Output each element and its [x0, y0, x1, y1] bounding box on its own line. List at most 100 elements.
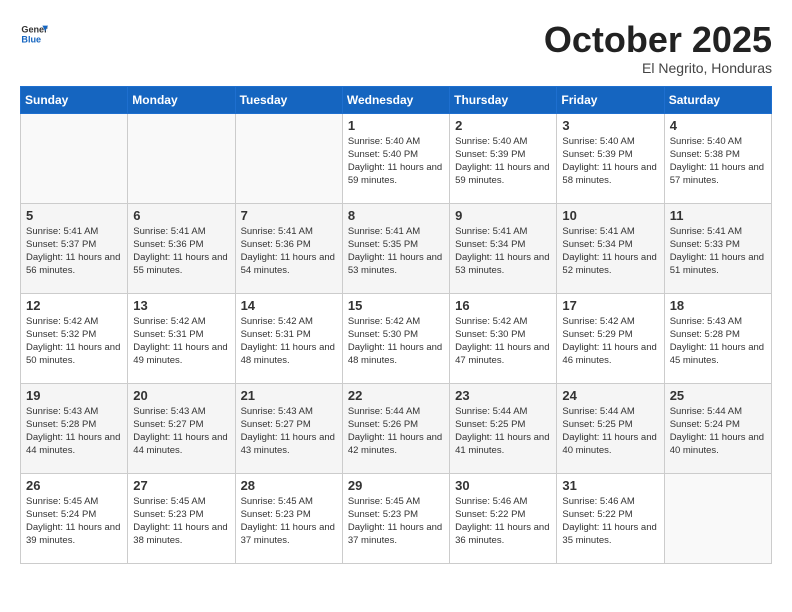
calendar-cell: 16Sunrise: 5:42 AM Sunset: 5:30 PM Dayli… [450, 293, 557, 383]
calendar-cell: 25 Sunrise: 5:44 AM Sunset: 5:24 PM Dayli… [664, 383, 771, 473]
day-number: 23 [455, 388, 551, 403]
col-header-tuesday: Tuesday [235, 86, 342, 113]
calendar-cell: 29 Sunrise: 5:45 AM Sunset: 5:23 PM Dayli… [342, 473, 449, 563]
calendar-cell: 19 Sunrise: 5:43 AM Sunset: 5:28 PM Dayli… [21, 383, 128, 473]
cell-info: Sunrise: 5:42 AM Sunset: 5:30 PM Dayligh… [348, 315, 444, 368]
day-number: 31 [562, 478, 658, 493]
calendar-week-5: 26 Sunrise: 5:45 AM Sunset: 5:24 PM Dayli… [21, 473, 772, 563]
col-header-sunday: Sunday [21, 86, 128, 113]
day-number: 30 [455, 478, 551, 493]
cell-info: Sunrise: 5:42 AM Sunset: 5:30 PM Dayligh… [455, 315, 551, 368]
calendar-cell: 20 Sunrise: 5:43 AM Sunset: 5:27 PM Dayli… [128, 383, 235, 473]
cell-info: Sunrise: 5:41 AM Sunset: 5:34 PM Dayligh… [562, 225, 658, 278]
cell-info: Sunrise: 5:44 AM Sunset: 5:26 PM Dayligh… [348, 405, 444, 458]
day-number: 1 [348, 118, 444, 133]
cell-info: Sunrise: 5:44 AM Sunset: 5:25 PM Dayligh… [455, 405, 551, 458]
cell-info: Sunrise: 5:43 AM Sunset: 5:28 PM Dayligh… [670, 315, 766, 368]
cell-info: Sunrise: 5:42 AM Sunset: 5:31 PM Dayligh… [133, 315, 229, 368]
col-header-thursday: Thursday [450, 86, 557, 113]
calendar-cell: 28 Sunrise: 5:45 AM Sunset: 5:23 PM Dayli… [235, 473, 342, 563]
calendar-week-4: 19 Sunrise: 5:43 AM Sunset: 5:28 PM Dayli… [21, 383, 772, 473]
cell-info: Sunrise: 5:44 AM Sunset: 5:24 PM Dayligh… [670, 405, 766, 458]
day-number: 26 [26, 478, 122, 493]
cell-info: Sunrise: 5:45 AM Sunset: 5:23 PM Dayligh… [348, 495, 444, 548]
col-header-wednesday: Wednesday [342, 86, 449, 113]
calendar-week-1: 1 Sunrise: 5:40 AM Sunset: 5:40 PM Daylig… [21, 113, 772, 203]
cell-info: Sunrise: 5:40 AM Sunset: 5:40 PM Dayligh… [348, 135, 444, 188]
calendar-cell [21, 113, 128, 203]
calendar-table: SundayMondayTuesdayWednesdayThursdayFrid… [20, 86, 772, 564]
cell-info: Sunrise: 5:46 AM Sunset: 5:22 PM Dayligh… [455, 495, 551, 548]
day-number: 28 [241, 478, 337, 493]
day-number: 18 [670, 298, 766, 313]
cell-info: Sunrise: 5:41 AM Sunset: 5:37 PM Dayligh… [26, 225, 122, 278]
cell-info: Sunrise: 5:41 AM Sunset: 5:36 PM Dayligh… [241, 225, 337, 278]
logo: General Blue [20, 20, 48, 48]
title-block: October 2025 El Negrito, Honduras [544, 20, 772, 76]
calendar-header-row: SundayMondayTuesdayWednesdayThursdayFrid… [21, 86, 772, 113]
day-number: 29 [348, 478, 444, 493]
calendar-cell: 4 Sunrise: 5:40 AM Sunset: 5:38 PM Daylig… [664, 113, 771, 203]
subtitle: El Negrito, Honduras [544, 60, 772, 76]
cell-info: Sunrise: 5:45 AM Sunset: 5:23 PM Dayligh… [241, 495, 337, 548]
col-header-saturday: Saturday [664, 86, 771, 113]
day-number: 6 [133, 208, 229, 223]
calendar-cell: 13 Sunrise: 5:42 AM Sunset: 5:31 PM Dayli… [128, 293, 235, 383]
col-header-friday: Friday [557, 86, 664, 113]
cell-info: Sunrise: 5:40 AM Sunset: 5:39 PM Dayligh… [455, 135, 551, 188]
cell-info: Sunrise: 5:46 AM Sunset: 5:22 PM Dayligh… [562, 495, 658, 548]
col-header-monday: Monday [128, 86, 235, 113]
calendar-cell: 30 Sunrise: 5:46 AM Sunset: 5:22 PM Dayli… [450, 473, 557, 563]
calendar-cell: 6 Sunrise: 5:41 AM Sunset: 5:36 PM Daylig… [128, 203, 235, 293]
calendar-cell: 31 Sunrise: 5:46 AM Sunset: 5:22 PM Dayli… [557, 473, 664, 563]
calendar-cell: 22 Sunrise: 5:44 AM Sunset: 5:26 PM Dayli… [342, 383, 449, 473]
day-number: 24 [562, 388, 658, 403]
calendar-cell: 21 Sunrise: 5:43 AM Sunset: 5:27 PM Dayli… [235, 383, 342, 473]
day-number: 12 [26, 298, 122, 313]
calendar-cell [128, 113, 235, 203]
calendar-cell: 23 Sunrise: 5:44 AM Sunset: 5:25 PM Dayli… [450, 383, 557, 473]
day-number: 4 [670, 118, 766, 133]
cell-info: Sunrise: 5:42 AM Sunset: 5:31 PM Dayligh… [241, 315, 337, 368]
cell-info: Sunrise: 5:43 AM Sunset: 5:27 PM Dayligh… [241, 405, 337, 458]
page-header: General Blue October 2025 El Negrito, Ho… [20, 20, 772, 76]
calendar-cell: 17 Sunrise: 5:42 AM Sunset: 5:29 PM Dayli… [557, 293, 664, 383]
day-number: 8 [348, 208, 444, 223]
day-number: 10 [562, 208, 658, 223]
cell-info: Sunrise: 5:42 AM Sunset: 5:29 PM Dayligh… [562, 315, 658, 368]
calendar-cell: 5 Sunrise: 5:41 AM Sunset: 5:37 PM Daylig… [21, 203, 128, 293]
day-number: 19 [26, 388, 122, 403]
calendar-cell: 1 Sunrise: 5:40 AM Sunset: 5:40 PM Daylig… [342, 113, 449, 203]
svg-text:Blue: Blue [21, 34, 41, 44]
calendar-cell: 12Sunrise: 5:42 AM Sunset: 5:32 PM Dayli… [21, 293, 128, 383]
calendar-week-3: 12Sunrise: 5:42 AM Sunset: 5:32 PM Dayli… [21, 293, 772, 383]
day-number: 7 [241, 208, 337, 223]
calendar-cell: 14Sunrise: 5:42 AM Sunset: 5:31 PM Dayli… [235, 293, 342, 383]
calendar-cell: 7 Sunrise: 5:41 AM Sunset: 5:36 PM Daylig… [235, 203, 342, 293]
cell-info: Sunrise: 5:43 AM Sunset: 5:28 PM Dayligh… [26, 405, 122, 458]
cell-info: Sunrise: 5:41 AM Sunset: 5:34 PM Dayligh… [455, 225, 551, 278]
day-number: 9 [455, 208, 551, 223]
day-number: 20 [133, 388, 229, 403]
day-number: 25 [670, 388, 766, 403]
calendar-week-2: 5 Sunrise: 5:41 AM Sunset: 5:37 PM Daylig… [21, 203, 772, 293]
day-number: 22 [348, 388, 444, 403]
logo-icon: General Blue [20, 20, 48, 48]
day-number: 5 [26, 208, 122, 223]
cell-info: Sunrise: 5:45 AM Sunset: 5:23 PM Dayligh… [133, 495, 229, 548]
calendar-cell: 9 Sunrise: 5:41 AM Sunset: 5:34 PM Daylig… [450, 203, 557, 293]
calendar-cell: 26 Sunrise: 5:45 AM Sunset: 5:24 PM Dayli… [21, 473, 128, 563]
day-number: 21 [241, 388, 337, 403]
cell-info: Sunrise: 5:40 AM Sunset: 5:38 PM Dayligh… [670, 135, 766, 188]
cell-info: Sunrise: 5:43 AM Sunset: 5:27 PM Dayligh… [133, 405, 229, 458]
day-number: 3 [562, 118, 658, 133]
cell-info: Sunrise: 5:45 AM Sunset: 5:24 PM Dayligh… [26, 495, 122, 548]
cell-info: Sunrise: 5:44 AM Sunset: 5:25 PM Dayligh… [562, 405, 658, 458]
calendar-cell: 10 Sunrise: 5:41 AM Sunset: 5:34 PM Dayli… [557, 203, 664, 293]
day-number: 17 [562, 298, 658, 313]
calendar-cell: 24 Sunrise: 5:44 AM Sunset: 5:25 PM Dayli… [557, 383, 664, 473]
day-number: 13 [133, 298, 229, 313]
calendar-cell: 15Sunrise: 5:42 AM Sunset: 5:30 PM Dayli… [342, 293, 449, 383]
calendar-cell: 3Sunrise: 5:40 AM Sunset: 5:39 PM Daylig… [557, 113, 664, 203]
cell-info: Sunrise: 5:41 AM Sunset: 5:36 PM Dayligh… [133, 225, 229, 278]
